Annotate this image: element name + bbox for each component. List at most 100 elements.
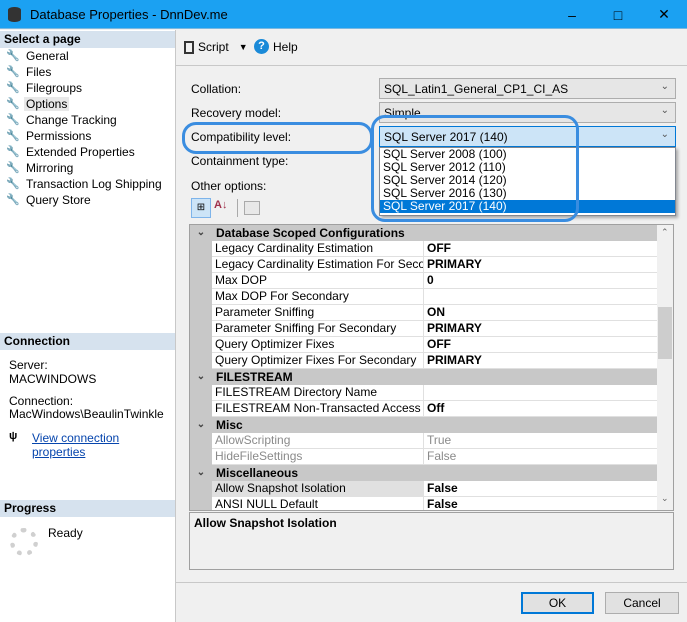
scrollbar-thumb[interactable] (658, 307, 672, 359)
wrench-icon: 🔧 (6, 50, 20, 62)
property-row[interactable]: Legacy Cardinality Estimation For Second… (190, 257, 673, 273)
footer-divider (176, 582, 687, 583)
nav-item-files[interactable]: 🔧 Files (6, 64, 53, 80)
nav-item-label: Filegroups (26, 81, 83, 95)
nav-item-options[interactable]: 🔧 Options (6, 96, 70, 112)
property-row[interactable]: Query Optimizer Fixes OFF (190, 337, 673, 353)
property-value[interactable]: PRIMARY (424, 321, 673, 337)
scroll-up-icon[interactable]: ⌃ (661, 227, 669, 238)
nav-item-transaction-log-shipping[interactable]: 🔧 Transaction Log Shipping (6, 176, 164, 192)
category-row[interactable]: ⌄ Miscellaneous (190, 465, 673, 481)
view-connection-properties-link[interactable]: View connection properties (32, 431, 175, 459)
description-title: Allow Snapshot Isolation (194, 516, 337, 530)
property-row[interactable]: AllowScripting True (190, 433, 673, 449)
row-gutter (190, 321, 212, 337)
minimize-button[interactable]: – (549, 0, 595, 29)
progress-header: Progress (0, 500, 175, 517)
wrench-icon: 🔧 (6, 146, 20, 158)
property-row[interactable]: Query Optimizer Fixes For Secondary PRIMA… (190, 353, 673, 369)
category-label: Misc (216, 418, 243, 432)
database-icon (8, 7, 21, 22)
row-gutter (190, 273, 212, 289)
wrench-icon: 🔧 (6, 98, 20, 110)
nav-item-label: Extended Properties (26, 145, 135, 159)
category-row[interactable]: ⌄ Database Scoped Configurations (190, 225, 673, 241)
help-button[interactable]: ? Help (254, 39, 298, 54)
category-row[interactable]: ⌄ FILESTREAM (190, 369, 673, 385)
collapse-chevron-icon[interactable]: ⌄ (190, 369, 212, 385)
nav-item-change-tracking[interactable]: 🔧 Change Tracking (6, 112, 119, 128)
nav-item-permissions[interactable]: 🔧 Permissions (6, 128, 93, 144)
property-value[interactable] (424, 289, 673, 305)
collapse-chevron-icon[interactable]: ⌄ (190, 417, 212, 433)
select-page-header: Select a page (0, 31, 175, 48)
property-value[interactable]: Off (424, 401, 673, 417)
row-gutter (190, 353, 212, 369)
property-value[interactable]: OFF (424, 241, 673, 257)
property-row[interactable]: ANSI NULL Default False (190, 497, 673, 510)
categorized-view-button[interactable]: ⊞ (191, 198, 211, 218)
property-pages-button[interactable] (244, 201, 260, 215)
server-value: MACWINDOWS (9, 372, 97, 386)
property-row[interactable]: HideFileSettings False (190, 449, 673, 465)
row-gutter (190, 481, 212, 497)
progress-spinner-icon (10, 528, 38, 556)
collapse-chevron-icon[interactable]: ⌄ (190, 465, 212, 481)
property-value[interactable]: PRIMARY (424, 257, 673, 273)
row-gutter (190, 337, 212, 353)
property-name: Max DOP (212, 273, 424, 289)
property-value[interactable]: 0 (424, 273, 673, 289)
property-row[interactable]: Max DOP 0 (190, 273, 673, 289)
connection-label: Connection: (9, 394, 74, 408)
property-row[interactable]: Legacy Cardinality Estimation OFF (190, 241, 673, 257)
maximize-button[interactable]: □ (595, 0, 641, 29)
script-button[interactable]: Script ▼ (184, 40, 248, 54)
property-value[interactable]: PRIMARY (424, 353, 673, 369)
nav-item-label: Change Tracking (26, 113, 117, 127)
connection-header: Connection (0, 333, 175, 350)
window-title: Database Properties - DnnDev.me (30, 7, 228, 22)
property-value[interactable]: False (424, 497, 673, 510)
highlight-box-dropdown (371, 115, 579, 222)
property-value[interactable]: ON (424, 305, 673, 321)
property-row[interactable]: Allow Snapshot Isolation False (190, 481, 673, 497)
ok-button[interactable]: OK (521, 592, 594, 614)
progress-status: Ready (48, 526, 83, 540)
property-grid: ⌄ Database Scoped Configurations Legacy Ca… (189, 224, 674, 511)
alphabetical-sort-button[interactable]: A↓ (214, 199, 227, 211)
nav-item-general[interactable]: 🔧 General (6, 48, 71, 64)
chevron-down-icon[interactable]: ▼ (239, 42, 248, 52)
nav-item-label: Query Store (26, 193, 91, 207)
property-name: Parameter Sniffing (212, 305, 424, 321)
collation-select[interactable]: SQL_Latin1_General_CP1_CI_AS ⌄ (379, 78, 676, 99)
property-value[interactable]: False (424, 481, 673, 497)
row-gutter (190, 257, 212, 273)
collapse-chevron-icon[interactable]: ⌄ (190, 225, 212, 241)
category-label: Database Scoped Configurations (216, 226, 405, 240)
nav-item-mirroring[interactable]: 🔧 Mirroring (6, 160, 75, 176)
property-row[interactable]: FILESTREAM Non-Transacted Access Off (190, 401, 673, 417)
property-row[interactable]: Max DOP For Secondary (190, 289, 673, 305)
vertical-scrollbar[interactable]: ⌃ ⌄ (657, 225, 673, 510)
property-row[interactable]: Parameter Sniffing For Secondary PRIMARY (190, 321, 673, 337)
cancel-button[interactable]: Cancel (605, 592, 679, 614)
server-label: Server: (9, 358, 48, 372)
close-button[interactable]: ✕ (641, 0, 687, 29)
scroll-down-icon[interactable]: ⌄ (661, 493, 669, 504)
category-row[interactable]: ⌄ Misc (190, 417, 673, 433)
containment-type-label: Containment type: (191, 154, 289, 168)
recovery-model-label: Recovery model: (191, 106, 282, 120)
property-value[interactable] (424, 385, 673, 401)
row-gutter (190, 385, 212, 401)
property-value[interactable]: True (424, 433, 673, 449)
nav-item-query-store[interactable]: 🔧 Query Store (6, 192, 93, 208)
property-name: Query Optimizer Fixes For Secondary (212, 353, 424, 369)
property-row[interactable]: FILESTREAM Directory Name (190, 385, 673, 401)
row-gutter (190, 305, 212, 321)
nav-item-filegroups[interactable]: 🔧 Filegroups (6, 80, 84, 96)
property-value[interactable]: False (424, 449, 673, 465)
wrench-icon: 🔧 (6, 162, 20, 174)
property-value[interactable]: OFF (424, 337, 673, 353)
property-row[interactable]: Parameter Sniffing ON (190, 305, 673, 321)
nav-item-extended-properties[interactable]: 🔧 Extended Properties (6, 144, 137, 160)
